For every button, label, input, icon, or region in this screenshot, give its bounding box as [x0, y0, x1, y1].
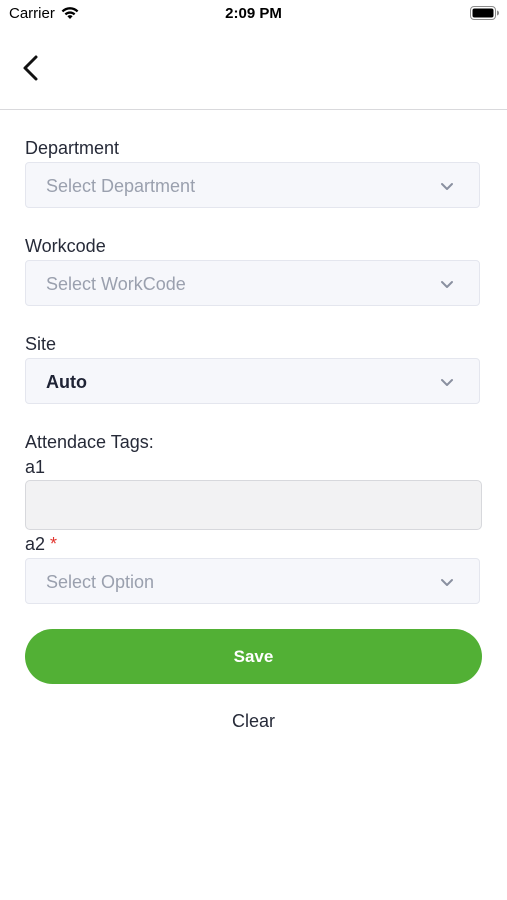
chevron-down-icon: [441, 183, 453, 190]
status-bar: Carrier 2:09 PM: [0, 0, 507, 28]
chevron-down-icon: [441, 579, 453, 586]
a1-input[interactable]: [25, 480, 482, 530]
workcode-placeholder: Select WorkCode: [46, 274, 186, 294]
site-select[interactable]: Auto: [25, 358, 480, 404]
department-label: Department: [25, 138, 120, 158]
a2-label: a2: [25, 534, 46, 554]
battery-icon: [470, 6, 499, 20]
required-marker: *: [50, 534, 58, 554]
back-button[interactable]: [14, 50, 50, 86]
chevron-left-icon: [23, 55, 38, 81]
workcode-label: Workcode: [25, 236, 106, 256]
site-value: Auto: [46, 372, 87, 392]
site-label: Site: [25, 334, 57, 354]
a2-placeholder: Select Option: [46, 572, 155, 592]
attendance-tags-heading: Attendace Tags:: [25, 432, 154, 452]
status-time: 2:09 PM: [225, 5, 282, 22]
department-placeholder: Select Department: [46, 176, 196, 196]
chevron-down-icon: [441, 281, 453, 288]
navigation-bar: [0, 28, 507, 110]
workcode-select[interactable]: Select WorkCode: [25, 260, 480, 306]
a1-label: a1: [25, 457, 46, 477]
save-button[interactable]: Save: [25, 629, 482, 684]
clear-button[interactable]: Clear: [0, 711, 507, 732]
attendance-form-screen: Carrier 2:09 PM Department Select Depart…: [0, 0, 507, 900]
chevron-down-icon: [441, 379, 453, 386]
department-select[interactable]: Select Department: [25, 162, 480, 208]
a2-label-wrapper: a2 *: [25, 534, 57, 555]
a2-select[interactable]: Select Option: [25, 558, 480, 604]
